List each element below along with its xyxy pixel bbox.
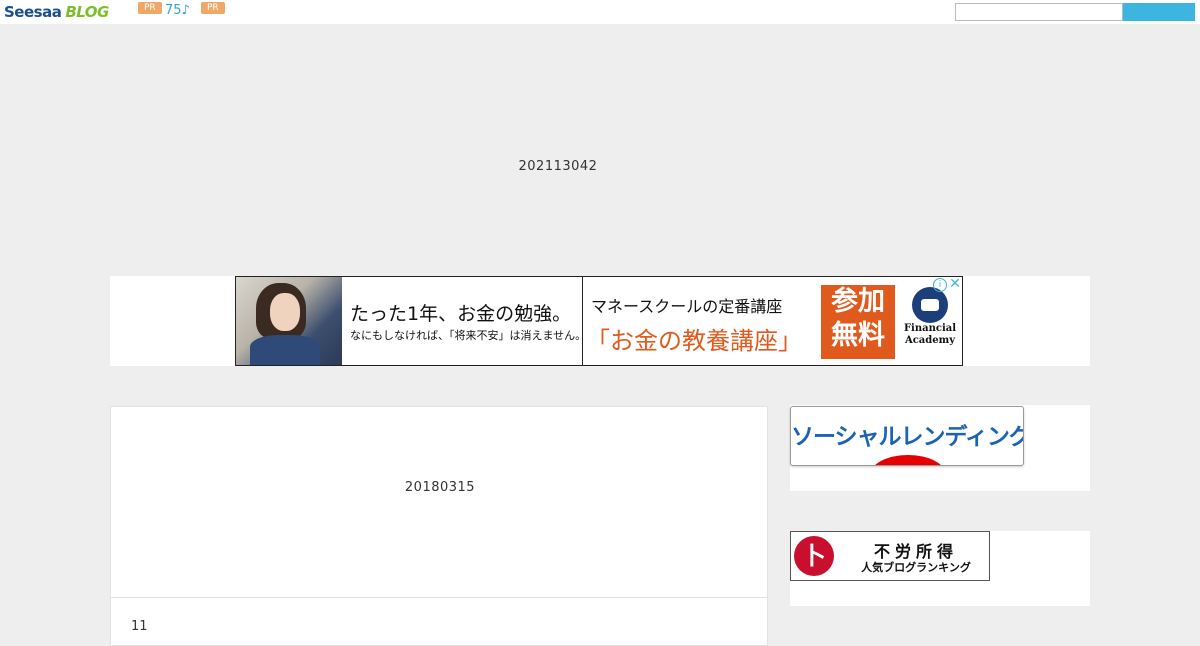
ad-subline: なにもしなければ、「将来不安」は消えません。 xyxy=(350,329,587,342)
article-divider xyxy=(111,597,767,598)
close-icon[interactable]: ✕ xyxy=(948,277,962,291)
seesaa-blog-logo[interactable]: Seesaa BLOG xyxy=(4,3,109,21)
logo-sub-text: BLOG xyxy=(65,3,109,21)
brand-line-1: Financial xyxy=(903,323,957,334)
music-count-link[interactable]: 75♪ xyxy=(165,2,190,20)
red-sun-graphic xyxy=(870,455,946,465)
pr-badge[interactable]: PR xyxy=(201,2,225,14)
search-button[interactable] xyxy=(1123,3,1195,21)
pr-badge[interactable]: PR xyxy=(138,2,162,14)
article-card: 20180315 11 xyxy=(110,406,768,646)
brand-line-2: Academy xyxy=(904,335,956,346)
blog-ranking-banner[interactable]: 卜 不労所得 人気ブログランキング xyxy=(790,531,990,581)
financial-academy-logo: Financial Academy xyxy=(900,287,960,357)
ad-free-badge: 参加 無料 xyxy=(821,285,895,359)
ad-headline: たった1年、お金の勉強。 xyxy=(350,303,572,325)
search-input[interactable] xyxy=(955,3,1123,21)
info-icon[interactable]: i xyxy=(933,278,947,292)
article-text: 11 xyxy=(131,619,148,634)
ad-photo xyxy=(236,277,342,365)
ad-free-line-2: 無料 xyxy=(831,320,885,351)
ranking-logo-icon: 卜 xyxy=(794,536,834,576)
social-lending-banner[interactable]: ソーシャルレンディング xyxy=(790,406,1024,466)
ad-free-line-1: 参加 xyxy=(831,286,885,317)
ad-divider xyxy=(582,277,583,365)
top-bar: Seesaa BLOG PR 75♪ PR xyxy=(0,0,1200,24)
graduation-cap-icon xyxy=(912,287,948,323)
social-lending-label: ソーシャルレンディング xyxy=(791,424,1024,450)
ad-course-text: 「お金の教養講座」 xyxy=(586,327,802,355)
ad-banner[interactable]: たった1年、お金の勉強。 なにもしなければ、「将来不安」は消えません。 マネース… xyxy=(235,276,963,366)
ranking-subtitle: 人気ブログランキング xyxy=(861,561,971,574)
ad-strip: たった1年、お金の勉強。 なにもしなければ、「将来不安」は消えません。 マネース… xyxy=(110,276,1090,366)
ad-school-text: マネースクールの定番講座 xyxy=(591,297,783,316)
sidebar-widget: ソーシャルレンディング xyxy=(790,405,1090,491)
sidebar-widget: 卜 不労所得 人気ブログランキング xyxy=(790,531,1090,606)
logo-main-text: Seesaa xyxy=(4,3,62,21)
article-date: 20180315 xyxy=(404,480,476,495)
blog-title[interactable]: 202113042 xyxy=(0,159,1116,174)
